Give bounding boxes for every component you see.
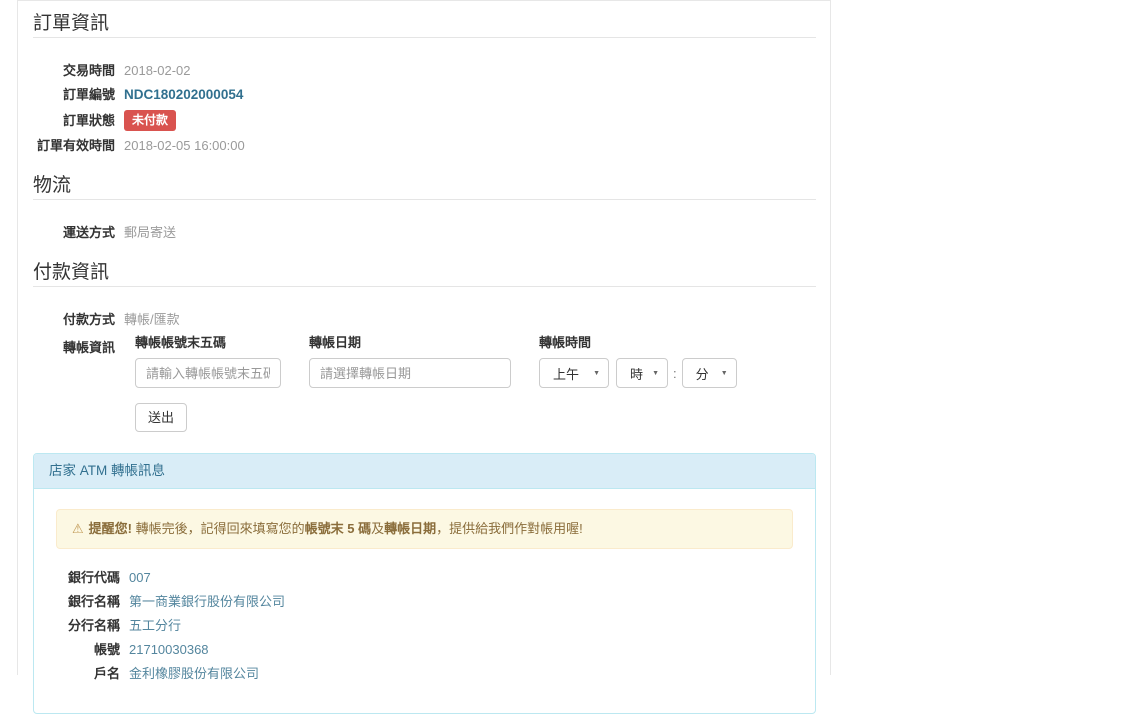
alert-text: 及 bbox=[371, 521, 385, 536]
order-valid-time-row: 訂單有效時間 2018-02-05 16:00:00 bbox=[33, 137, 816, 155]
order-page-container: 訂單資訊 交易時間 2018-02-02 訂單編號 NDC18020200005… bbox=[17, 0, 831, 714]
alert-text: 轉帳完後，記得回來填寫您的 bbox=[132, 521, 305, 536]
transfer-date-input[interactable] bbox=[309, 358, 511, 388]
ampm-select[interactable]: 上午 ▼ bbox=[539, 358, 609, 388]
shipping-method-row: 運送方式 郵局寄送 bbox=[33, 224, 816, 242]
transfer-account-label: 轉帳帳號末五碼 bbox=[135, 335, 227, 350]
account-holder-value: 金利橡膠股份有限公司 bbox=[129, 666, 260, 681]
account-number-value: 21710030368 bbox=[129, 642, 209, 657]
row-label: 交易時間 bbox=[62, 63, 115, 78]
bank-code-row: 銀行代碼 007 bbox=[56, 569, 793, 587]
branch-name-row: 分行名稱 五工分行 bbox=[56, 617, 793, 635]
transfer-time-label: 轉帳時間 bbox=[539, 335, 592, 350]
order-status-row: 訂單狀態 未付款 bbox=[33, 110, 816, 131]
chevron-down-icon: ▼ bbox=[720, 369, 728, 377]
status-badge: 未付款 bbox=[124, 110, 177, 131]
alert-bold-date: 轉帳日期 bbox=[384, 521, 437, 536]
alert-text: ，提供給我們作對帳用喔! bbox=[436, 521, 583, 536]
transfer-date-label: 轉帳日期 bbox=[309, 335, 362, 350]
order-number-value: NDC180202000054 bbox=[124, 87, 244, 102]
payment-section: 付款資訊 付款方式 轉帳/匯款 轉帳資訊 轉帳帳號末五碼 轉帳日期 轉帳時間 bbox=[33, 263, 816, 432]
transfer-info-form: 轉帳資訊 轉帳帳號末五碼 轉帳日期 轉帳時間 上午 ▼ bbox=[33, 336, 816, 388]
chevron-down-icon: ▼ bbox=[593, 369, 600, 377]
row-label: 運送方式 bbox=[62, 225, 115, 240]
chevron-down-icon: ▼ bbox=[652, 369, 659, 377]
row-label: 付款方式 bbox=[62, 312, 115, 327]
row-label: 分行名稱 bbox=[67, 618, 120, 633]
transfer-info-label: 轉帳資訊 bbox=[62, 340, 115, 355]
row-value: 2018-02-02 bbox=[124, 63, 191, 78]
warning-icon: ⚠ bbox=[72, 521, 84, 536]
row-label: 銀行代碼 bbox=[67, 570, 120, 585]
row-label: 訂單狀態 bbox=[62, 112, 115, 128]
hour-selected-value: 時 bbox=[630, 366, 644, 382]
row-label: 帳號 bbox=[93, 642, 120, 657]
row-label: 戶名 bbox=[93, 666, 120, 681]
logistics-title: 物流 bbox=[33, 176, 816, 200]
reminder-alert: ⚠ 提醒您! 轉帳完後，記得回來填寫您的帳號末 5 碼及轉帳日期，提供給我們作對帳… bbox=[56, 509, 793, 549]
row-label: 訂單編號 bbox=[62, 87, 115, 102]
transfer-account-input[interactable] bbox=[135, 358, 281, 388]
row-value: 轉帳/匯款 bbox=[124, 312, 180, 327]
row-value: 郵局寄送 bbox=[124, 225, 177, 240]
transaction-time-row: 交易時間 2018-02-02 bbox=[33, 62, 816, 80]
bank-name-value: 第一商業銀行股份有限公司 bbox=[129, 594, 286, 609]
row-label: 訂單有效時間 bbox=[36, 138, 115, 153]
payment-method-row: 付款方式 轉帳/匯款 bbox=[33, 311, 816, 329]
atm-panel-body: ⚠ 提醒您! 轉帳完後，記得回來填寫您的帳號末 5 碼及轉帳日期，提供給我們作對帳… bbox=[34, 489, 815, 713]
transfer-date-group: 轉帳日期 bbox=[309, 336, 511, 388]
ampm-selected-value: 上午 bbox=[553, 366, 580, 382]
branch-name-value: 五工分行 bbox=[129, 618, 182, 633]
time-separator: : bbox=[673, 365, 677, 381]
order-number-row: 訂單編號 NDC180202000054 bbox=[33, 86, 816, 104]
order-info-title: 訂單資訊 bbox=[33, 14, 816, 38]
account-number-row: 帳號 21710030368 bbox=[56, 641, 793, 659]
alert-bold-digits: 帳號末 5 碼 bbox=[304, 521, 372, 536]
row-label: 銀行名稱 bbox=[67, 594, 120, 609]
bank-name-row: 銀行名稱 第一商業銀行股份有限公司 bbox=[56, 593, 793, 611]
transfer-account-group: 轉帳帳號末五碼 bbox=[135, 336, 281, 388]
row-value: 2018-02-05 16:00:00 bbox=[124, 138, 245, 153]
submit-button[interactable]: 送出 bbox=[135, 403, 188, 432]
bank-code-value: 007 bbox=[129, 570, 151, 585]
transfer-time-group: 轉帳時間 上午 ▼ 時 ▼ : 分 ▼ bbox=[539, 336, 737, 388]
atm-panel-title: 店家 ATM 轉帳訊息 bbox=[34, 454, 815, 489]
logistics-section: 物流 運送方式 郵局寄送 bbox=[33, 176, 816, 242]
minute-select[interactable]: 分 ▼ bbox=[681, 358, 737, 388]
payment-title: 付款資訊 bbox=[33, 263, 816, 287]
account-holder-row: 戶名 金利橡膠股份有限公司 bbox=[56, 665, 793, 683]
order-info-section: 訂單資訊 交易時間 2018-02-02 訂單編號 NDC18020200005… bbox=[33, 14, 816, 155]
hour-select[interactable]: 時 ▼ bbox=[616, 358, 668, 388]
minute-selected-value: 分 bbox=[695, 366, 709, 382]
alert-intro: 提醒您! bbox=[88, 521, 132, 536]
